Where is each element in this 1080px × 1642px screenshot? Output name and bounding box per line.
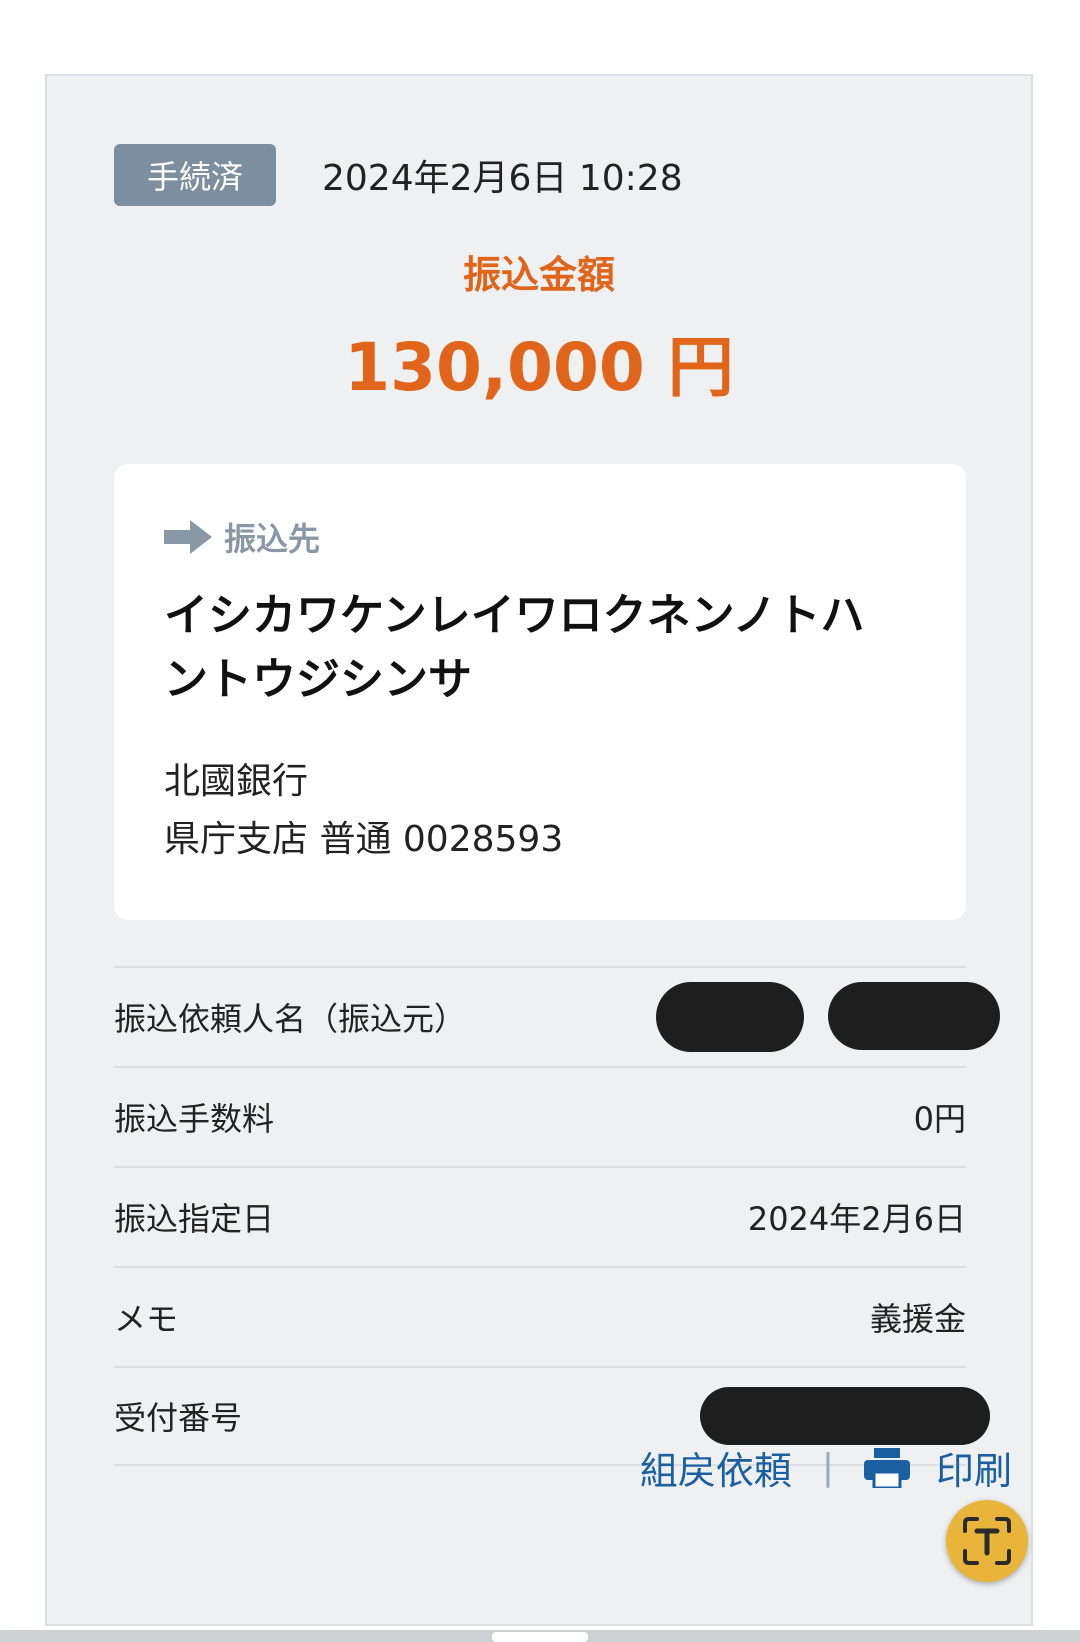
- transfer-receipt-card: 手続済 2024年2月6日 10:28 振込金額 130,000 円 振込先 イ…: [45, 74, 1033, 1626]
- arrow-right-icon: [164, 520, 212, 554]
- receipt-label: 受付番号: [114, 1399, 243, 1437]
- fee-label: 振込手数料: [114, 1100, 275, 1138]
- sender-label: 振込依頼人名（振込元）: [114, 1000, 467, 1038]
- text-scan-glyph: [963, 1517, 1011, 1565]
- status-row: 手続済 2024年2月6日 10:28: [114, 144, 683, 206]
- payee-heading: 振込先: [164, 514, 320, 560]
- detail-list: 振込依頼人名（振込元） 振込手数料 0円 振込指定日 2024年2月6日 メモ …: [114, 966, 1000, 1466]
- cancel-request-link[interactable]: 組戻依頼: [640, 1440, 792, 1495]
- account-info: 県庁支店 普通 0028593: [164, 819, 564, 860]
- date-value: 2024年2月6日: [747, 1200, 966, 1238]
- detail-row-date: 振込指定日 2024年2月6日: [114, 1166, 966, 1266]
- detail-row-memo: メモ 義援金: [114, 1266, 966, 1366]
- transaction-timestamp: 2024年2月6日 10:28: [322, 158, 683, 199]
- bottom-handle[interactable]: [492, 1632, 588, 1642]
- action-bar: 組戻依頼 | 印刷: [640, 1440, 1012, 1495]
- print-link[interactable]: 印刷: [936, 1440, 1012, 1495]
- memo-label: メモ: [114, 1300, 179, 1338]
- detail-row-fee: 振込手数料 0円: [114, 1066, 966, 1166]
- bank-name: 北國銀行: [164, 761, 309, 802]
- action-separator: |: [821, 1447, 834, 1488]
- payee-box: 振込先 イシカワケンレイワロクネンノトハントウジシンサ 北國銀行 県庁支店 普通…: [114, 464, 966, 920]
- payee-heading-label: 振込先: [224, 520, 321, 558]
- receipt-redaction: [700, 1387, 990, 1445]
- sender-redaction: [656, 982, 1000, 1052]
- amount-label: 振込金額: [462, 253, 615, 297]
- memo-value: 義援金: [869, 1300, 966, 1338]
- amount-value: 130,000 円: [344, 329, 734, 406]
- date-label: 振込指定日: [114, 1200, 275, 1238]
- payee-name: イシカワケンレイワロクネンノトハントウジシンサ: [164, 590, 865, 705]
- text-scan-icon[interactable]: [946, 1500, 1028, 1582]
- detail-row-sender: 振込依頼人名（振込元）: [114, 966, 1000, 1066]
- fee-value: 0円: [913, 1100, 966, 1138]
- printer-icon[interactable]: [863, 1447, 910, 1488]
- status-badge: 手続済: [114, 144, 276, 206]
